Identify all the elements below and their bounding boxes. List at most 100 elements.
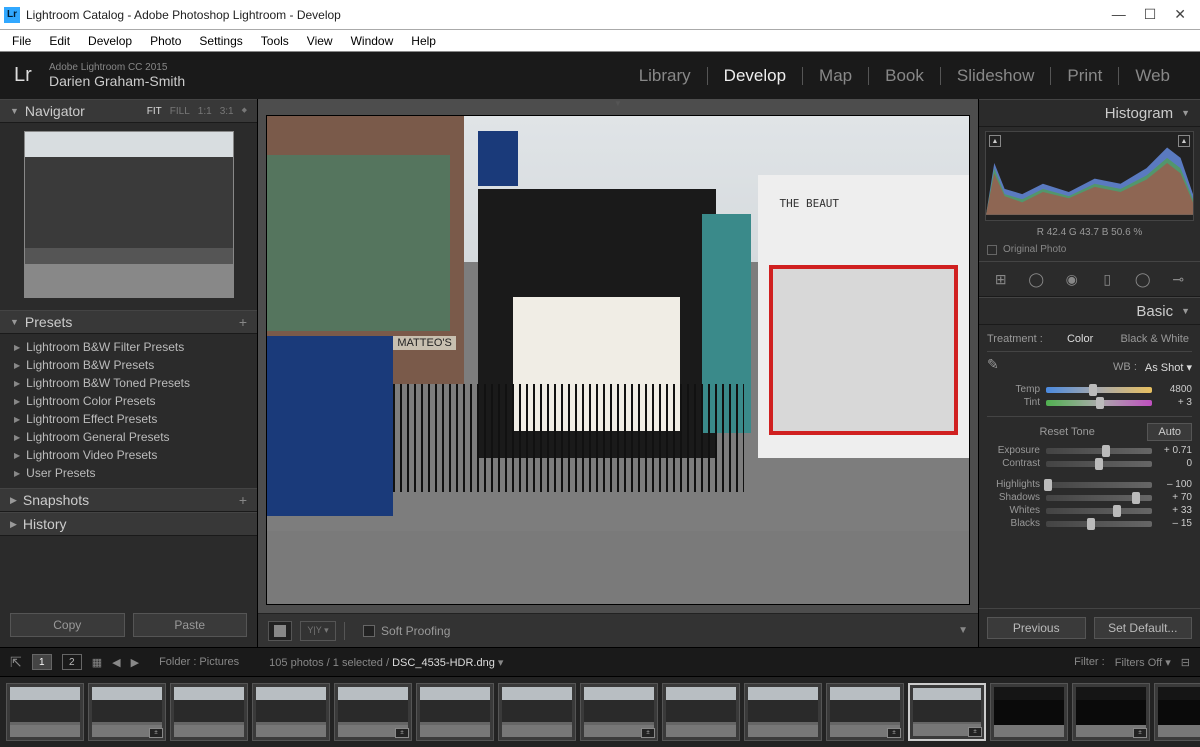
module-tab-print[interactable]: Print [1051, 66, 1118, 86]
menu-window[interactable]: Window [343, 32, 402, 50]
treatment-bw[interactable]: Black & White [1117, 333, 1192, 345]
paste-button[interactable]: Paste [133, 613, 248, 637]
filmstrip-thumbnail[interactable] [170, 683, 248, 741]
preset-folder[interactable]: ▶Lightroom General Presets [8, 428, 257, 446]
filmstrip-thumbnail[interactable] [252, 683, 330, 741]
before-after-button[interactable]: Y|Y ▾ [300, 621, 336, 641]
navigator-preview[interactable] [24, 131, 234, 298]
basic-panel-header[interactable]: Basic ▼ [979, 297, 1200, 325]
top-panel-toggle-icon[interactable]: ▼ [258, 99, 978, 107]
exposure-slider[interactable] [1046, 448, 1152, 454]
menu-edit[interactable]: Edit [41, 32, 78, 50]
set-default-button[interactable]: Set Default... [1094, 617, 1193, 639]
filmstrip-thumbnail[interactable]: ± [908, 683, 986, 741]
spot-removal-tool-icon[interactable]: ◯ [1025, 268, 1047, 290]
zoom-menu-icon[interactable]: ◆ [242, 106, 247, 117]
filmstrip-thumbnail[interactable] [498, 683, 576, 741]
white-balance-dropper-icon[interactable]: ✎ [987, 356, 1009, 378]
module-tab-book[interactable]: Book [869, 66, 940, 86]
module-tab-map[interactable]: Map [803, 66, 868, 86]
menu-settings[interactable]: Settings [191, 32, 250, 50]
filmstrip-thumbnail[interactable]: ± [580, 683, 658, 741]
filmstrip-thumbnail[interactable] [1154, 683, 1200, 741]
navigator-header[interactable]: ▼ Navigator FIT FILL 1:1 3:1 ◆ [0, 99, 257, 123]
highlights-slider[interactable] [1046, 482, 1152, 488]
menu-help[interactable]: Help [403, 32, 444, 50]
soft-proofing-checkbox[interactable] [363, 625, 375, 637]
highlight-clipping-icon[interactable]: ▲ [1178, 135, 1190, 147]
go-back-icon[interactable]: ◀ [112, 656, 120, 669]
tint-slider[interactable] [1046, 400, 1152, 406]
filmstrip-thumbnail[interactable] [744, 683, 822, 741]
filmstrip-thumbnail[interactable]: ± [334, 683, 412, 741]
histogram-header[interactable]: Histogram ▼ [979, 99, 1200, 127]
previous-button[interactable]: Previous [987, 617, 1086, 639]
filmstrip-thumbnail[interactable]: ± [826, 683, 904, 741]
grid-view-icon[interactable]: ▦ [92, 656, 102, 669]
temp-slider[interactable] [1046, 387, 1152, 393]
auto-tone-button[interactable]: Auto [1147, 423, 1192, 441]
crop-tool-icon[interactable]: ⊞ [990, 268, 1012, 290]
folder-path[interactable]: Folder : Pictures [159, 656, 239, 668]
blacks-slider[interactable] [1046, 521, 1152, 527]
loupe-view-button[interactable] [268, 621, 292, 641]
image-canvas[interactable]: THE BEAUT MATTEO'S [266, 115, 970, 605]
module-tab-slideshow[interactable]: Slideshow [941, 66, 1051, 86]
filter-dropdown[interactable]: Filters Off ▾ [1115, 656, 1171, 669]
zoom-fill[interactable]: FILL [170, 106, 190, 117]
add-preset-icon[interactable]: + [239, 314, 247, 330]
module-tab-library[interactable]: Library [623, 66, 707, 86]
contrast-slider[interactable] [1046, 461, 1152, 467]
shadows-slider[interactable] [1046, 495, 1152, 501]
preset-folder[interactable]: ▶Lightroom Color Presets [8, 392, 257, 410]
main-window-button[interactable]: 1 [32, 654, 52, 670]
filmstrip-thumbnail[interactable] [662, 683, 740, 741]
maximize-button[interactable]: ☐ [1144, 6, 1157, 23]
filmstrip-thumbnail[interactable] [990, 683, 1068, 741]
menu-file[interactable]: File [4, 32, 39, 50]
whites-slider[interactable] [1046, 508, 1152, 514]
redeye-tool-icon[interactable]: ◉ [1061, 268, 1083, 290]
preset-folder[interactable]: ▶Lightroom Video Presets [8, 446, 257, 464]
close-button[interactable]: ✕ [1174, 6, 1186, 23]
history-header[interactable]: ▶ History [0, 512, 257, 536]
go-forward-icon[interactable]: ▶ [131, 656, 139, 669]
snapshots-header[interactable]: ▶ Snapshots + [0, 488, 257, 512]
preset-folder[interactable]: ▶Lightroom B&W Presets [8, 356, 257, 374]
menu-view[interactable]: View [299, 32, 341, 50]
zoom-fit[interactable]: FIT [147, 106, 162, 117]
module-tab-web[interactable]: Web [1119, 66, 1186, 86]
shadow-clipping-icon[interactable]: ▲ [989, 135, 1001, 147]
radial-filter-tool-icon[interactable]: ◯ [1132, 268, 1154, 290]
filmstrip-thumbnail[interactable]: ± [1072, 683, 1150, 741]
filmstrip-thumbnail[interactable] [416, 683, 494, 741]
presets-header[interactable]: ▼ Presets + [0, 310, 257, 334]
toolbar-menu-icon[interactable]: ▼ [958, 625, 968, 636]
second-window-button[interactable]: 2 [62, 654, 82, 670]
adjustment-brush-tool-icon[interactable]: ⊸ [1167, 268, 1189, 290]
filmstrip-thumbnail[interactable]: ± [88, 683, 166, 741]
preset-folder[interactable]: ▶Lightroom B&W Toned Presets [8, 374, 257, 392]
menu-develop[interactable]: Develop [80, 32, 140, 50]
minimize-button[interactable]: — [1112, 6, 1126, 23]
second-window-icon[interactable]: ⇱ [10, 654, 22, 671]
filmstrip[interactable]: ±±±±±± [0, 676, 1200, 747]
reset-tone-button[interactable]: Reset Tone [987, 426, 1147, 438]
wb-preset-dropdown[interactable]: As Shot ▾ [1145, 361, 1192, 374]
menu-photo[interactable]: Photo [142, 32, 189, 50]
preset-folder[interactable]: ▶Lightroom B&W Filter Presets [8, 338, 257, 356]
treatment-color[interactable]: Color [1043, 333, 1118, 345]
filmstrip-thumbnail[interactable] [6, 683, 84, 741]
preset-folder[interactable]: ▶User Presets [8, 464, 257, 482]
module-tab-develop[interactable]: Develop [708, 66, 802, 86]
add-snapshot-icon[interactable]: + [239, 492, 247, 508]
zoom-1-1[interactable]: 1:1 [198, 106, 212, 117]
histogram[interactable]: ▲ ▲ [985, 131, 1194, 221]
copy-button[interactable]: Copy [10, 613, 125, 637]
filter-lock-icon[interactable]: ⊟ [1181, 656, 1190, 669]
zoom-3-1[interactable]: 3:1 [220, 106, 234, 117]
graduated-filter-tool-icon[interactable]: ▯ [1096, 268, 1118, 290]
menu-tools[interactable]: Tools [253, 32, 297, 50]
preset-folder[interactable]: ▶Lightroom Effect Presets [8, 410, 257, 428]
original-photo-checkbox[interactable] [987, 245, 997, 255]
